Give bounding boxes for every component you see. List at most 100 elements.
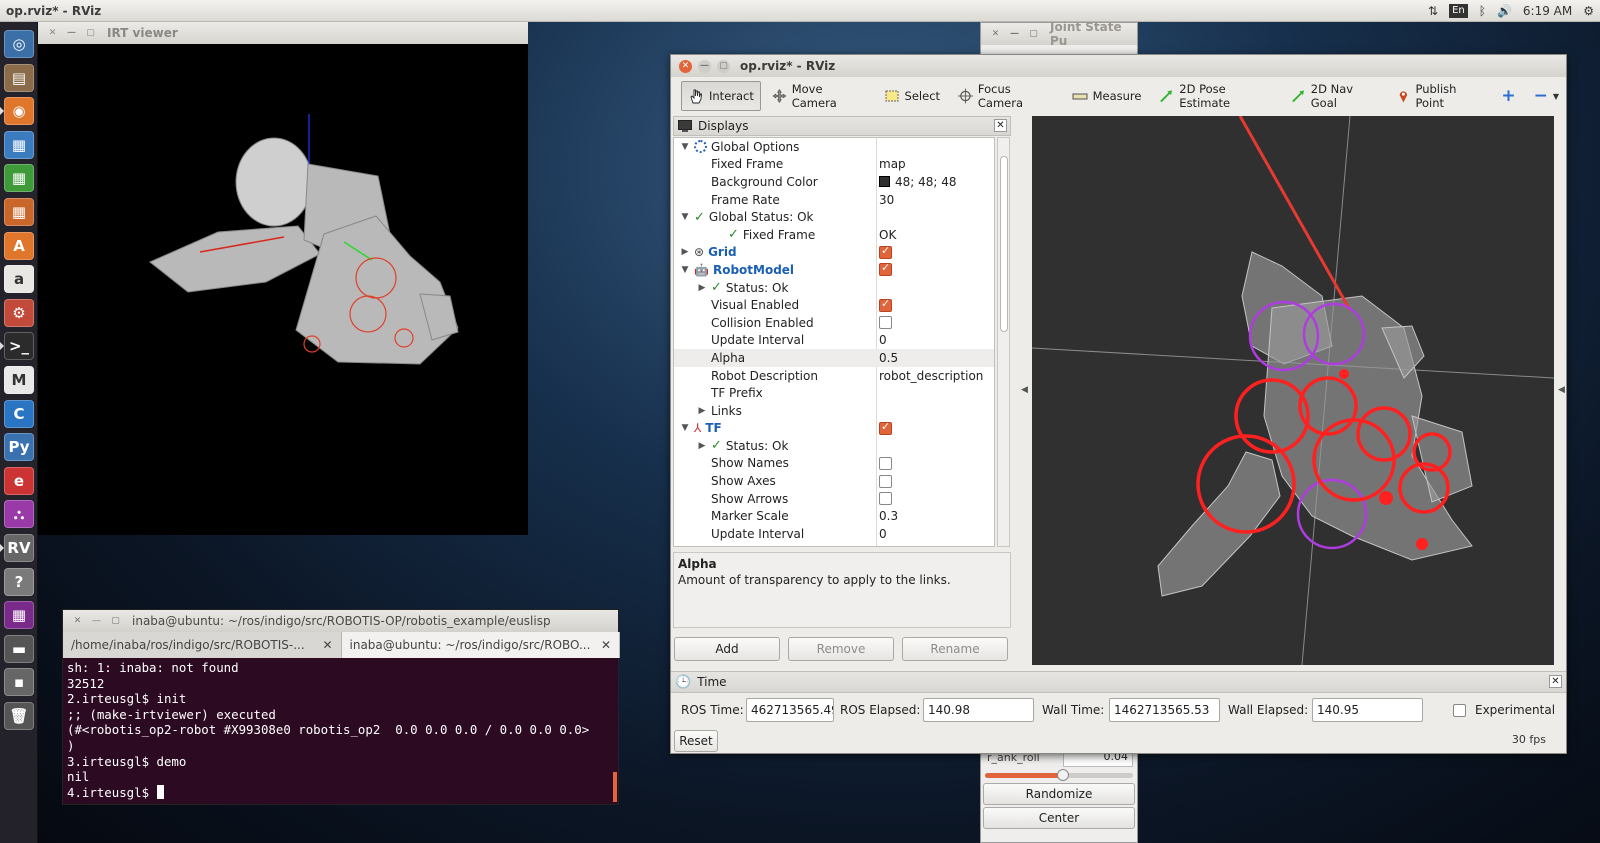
measure-tool[interactable]: Measure [1065,81,1149,111]
displays-tree[interactable]: ▼ Global Options Fixed Frame map Background … [673,137,995,547]
impress-icon[interactable]: ▦ [4,198,34,226]
tree-row-value[interactable] [879,297,892,312]
tree-row[interactable]: Update Interval 0 [674,525,994,543]
experimental-checkbox[interactable] [1453,704,1466,717]
volume-icon[interactable]: 🔊 [1497,4,1512,18]
bluetooth-icon[interactable]: ᛒ [1479,4,1486,18]
tree-row[interactable]: Show Arrows [674,490,994,508]
add-tool-button[interactable]: + [1494,81,1522,111]
nav-goal-tool[interactable]: 2D Nav Goal [1284,81,1385,111]
expand-down-icon[interactable]: ▼ [680,423,690,433]
tree-row[interactable]: Update Interval 0 [674,332,994,350]
eclipse-icon[interactable]: e [4,466,34,495]
tree-row-value[interactable]: OK [879,228,896,242]
tree-row[interactable]: Collision Enabled [674,314,994,332]
wall-elapsed-field[interactable]: 140.95 [1312,698,1423,722]
expand-down-icon[interactable]: ▼ [680,212,690,222]
randomize-button[interactable]: Randomize [983,783,1135,805]
python-icon[interactable]: Py [4,433,34,462]
property-checkbox[interactable] [879,492,892,506]
tree-row[interactable]: Fixed Frame map [674,156,994,174]
tree-row-value[interactable] [879,456,892,470]
ros-elapsed-field[interactable]: 140.98 [923,698,1034,722]
tree-row[interactable]: Show Axes [674,472,994,490]
expand-down-icon[interactable]: ▼ [680,142,690,152]
expand-right-icon[interactable]: ▶ [697,441,707,451]
rviz-3d-view[interactable] [1032,116,1554,665]
minimize-icon[interactable]: — [698,59,711,73]
files-icon[interactable]: ▤ [4,63,34,92]
terminal-tab-active[interactable]: inaba@ubuntu: ~/ros/indigo/src/ROBO... ✕ [341,632,620,658]
tree-row[interactable]: ▼ 🤖 RobotModel [674,261,994,279]
close-icon[interactable]: ✕ [994,119,1007,132]
add-display-button[interactable]: Add [674,637,780,661]
tree-row[interactable]: ▶ ✓ Status: Ok [674,279,994,297]
tree-row-value[interactable] [879,316,892,330]
color-swatch[interactable] [879,176,890,188]
tree-row[interactable]: ▼ ✓ Global Status: Ok [674,208,994,226]
trash-icon[interactable]: 🗑 [4,702,34,730]
joint-state-titlebar[interactable]: ✕ — ▢ Joint State Pu [981,20,1137,48]
tree-row[interactable]: Frame Rate 30 [674,191,994,209]
expand-right-icon[interactable]: ▶ [680,247,690,257]
tree-row[interactable]: Robot Description robot_description [674,367,994,385]
close-icon[interactable]: ✕ [989,28,1002,41]
tree-row-value[interactable]: 30 [879,193,894,207]
tree-row[interactable]: Marker Scale 0.3 [674,507,994,525]
tree-row-value[interactable]: 0 [879,527,887,541]
expand-down-icon[interactable]: ▼ [680,265,690,275]
tree-row[interactable]: ▶ ⊛ Grid [674,244,994,262]
tree-row[interactable]: ▶ Links [674,402,994,420]
amazon-icon[interactable]: a [4,265,34,294]
maximize-icon[interactable]: ▢ [109,615,122,628]
remove-tool-button[interactable]: − ▼ [1527,81,1566,111]
tree-row-value[interactable]: 48; 48; 48 [879,175,957,189]
center-button[interactable]: Center [983,807,1135,829]
settings-icon[interactable]: ⚙ [4,298,34,327]
maximize-icon[interactable]: ▢ [1027,28,1040,41]
tree-row-value[interactable] [879,492,892,506]
close-icon[interactable]: ✕ [679,59,692,73]
close-icon[interactable]: ✕ [71,615,84,628]
collapse-left-icon[interactable]: ◀ [1021,385,1028,395]
c-app-icon[interactable]: C [4,399,34,428]
rename-display-button[interactable]: Rename [902,637,1008,661]
expand-right-icon[interactable]: ▶ [697,406,707,416]
session-gear-icon[interactable]: ⚙ [1583,4,1594,18]
property-checkbox[interactable] [879,316,892,330]
firefox-icon[interactable]: ◉ [4,97,34,126]
publish-point-tool[interactable]: Publish Point [1389,81,1491,111]
property-checkbox[interactable] [879,244,892,259]
tree-row[interactable]: ▼ ⅄ TF [674,420,994,438]
move-camera-tool[interactable]: Move Camera [765,81,873,111]
terminal-scrollbar[interactable] [613,772,617,802]
tree-row[interactable]: ✓ Fixed Frame OK [674,226,994,244]
gmail-icon[interactable]: M [4,366,34,394]
close-icon[interactable]: ✕ [1549,675,1562,688]
select-tool[interactable]: Select [877,81,947,111]
wall-time-field[interactable]: 1462713565.53 [1109,698,1220,722]
tree-row[interactable]: ▼ Global Options [674,138,994,156]
minimize-icon[interactable]: — [90,615,103,628]
terminal-output[interactable]: sh: 1: inaba: not found 32512 2.irteusgl$ … [63,658,612,804]
clock[interactable]: 6:19 AM [1523,4,1572,18]
floppy-icon[interactable]: ▪ [4,668,34,697]
property-checkbox[interactable] [879,297,892,312]
rviz-titlebar[interactable]: ✕ — ▢ op.rviz* - RViz [671,55,1566,77]
ros-time-field[interactable]: 462713565.49 [746,698,834,722]
tree-row[interactable]: TF Prefix [674,384,994,402]
interact-tool[interactable]: Interact [681,81,761,111]
joint-slider[interactable] [985,769,1133,781]
irt-3d-canvas[interactable] [38,44,528,535]
terminal-tab[interactable]: /home/inaba/ros/indigo/src/ROBOTIS-... ✕ [63,632,342,658]
tree-row-value[interactable] [879,244,892,259]
collapse-right-icon[interactable]: ◀ [1558,385,1565,395]
maximize-icon[interactable]: ▢ [717,59,730,73]
removable-drive-icon[interactable]: ▬ [4,634,34,663]
tree-row-value[interactable]: robot_description [879,369,983,383]
tree-row[interactable]: Background Color 48; 48; 48 [674,173,994,191]
irt-viewer-titlebar[interactable]: ✕ — ▢ IRT viewer [38,22,528,44]
calc-icon[interactable]: ▦ [4,164,34,193]
remove-display-button[interactable]: Remove [788,637,894,661]
focus-camera-tool[interactable]: Focus Camera [951,81,1061,111]
